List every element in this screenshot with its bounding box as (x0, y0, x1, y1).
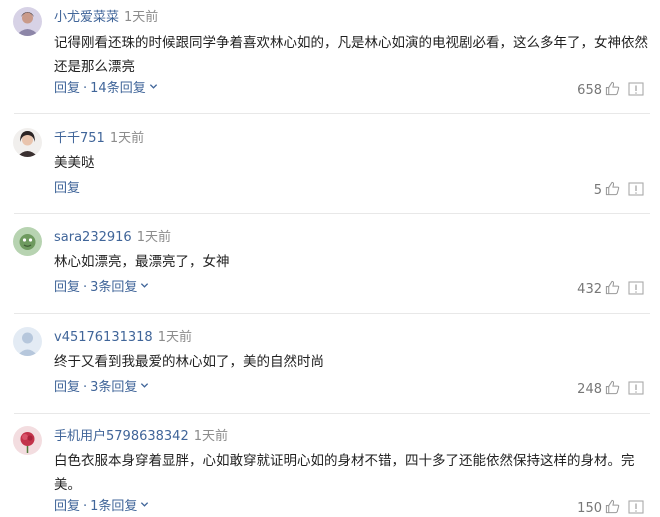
username[interactable]: v45176131318 (54, 330, 153, 345)
reply-button[interactable]: 回复 (54, 280, 80, 295)
comment-time: 1天前 (109, 131, 145, 146)
reply-button[interactable]: 回复 (54, 81, 80, 96)
thumbs-up-icon (605, 81, 620, 96)
comment-item: 千千751 1天前 美美哒 回复 5 (0, 114, 660, 213)
username[interactable]: 小尤爱菜菜 (54, 10, 119, 25)
chevron-down-icon (149, 84, 157, 89)
comment-meta: 千千751 1天前 (54, 131, 144, 147)
like-button[interactable]: 5 (594, 181, 620, 199)
comment-time: 1天前 (193, 429, 228, 444)
view-replies-link[interactable]: 14条回复 (90, 81, 158, 96)
comment-meta: 手机用户5798638342 1天前 (54, 429, 228, 445)
replies-count: 1条回复 (90, 499, 138, 514)
replies-count: 14条回复 (90, 81, 146, 96)
thumbs-up-icon (605, 280, 620, 295)
like-button[interactable]: 432 (577, 280, 620, 298)
reply-button[interactable]: 回复 (54, 181, 80, 196)
separator-dot: · (83, 380, 88, 395)
chevron-down-icon (141, 502, 149, 507)
username[interactable]: sara232916 (54, 230, 132, 245)
username[interactable]: 手机用户5798638342 (54, 429, 189, 444)
like-button[interactable]: 150 (577, 499, 620, 517)
comment-actions: 回复 · 14条回复 (54, 81, 158, 97)
view-replies-link[interactable]: 3条回复 (90, 380, 149, 395)
thumbs-up-icon (605, 380, 620, 395)
comment-meta: sara232916 1天前 (54, 230, 171, 246)
comment-item: 手机用户5798638342 1天前 白色衣服本身穿着显胖，心如敢穿就证明心如的身… (0, 414, 660, 517)
like-count: 5 (593, 183, 602, 198)
like-button[interactable]: 658 (577, 81, 620, 99)
avatar[interactable] (13, 426, 42, 455)
comment-text: 白色衣服本身穿着显胖，心如敢穿就证明心如的身材不错，四十多了还能依然保持这样的身… (54, 453, 635, 493)
avatar[interactable] (13, 327, 42, 356)
comment-actions: 回复 · 1条回复 (54, 499, 149, 515)
comment-time: 1天前 (136, 230, 171, 245)
chevron-down-icon (141, 383, 149, 388)
like-count: 248 (577, 382, 602, 397)
thumbs-up-icon (605, 181, 620, 196)
like-button[interactable]: 248 (577, 380, 620, 398)
comment-text: 美美哒 (54, 155, 95, 171)
separator-dot: · (83, 499, 88, 514)
comment-time: 1天前 (124, 10, 159, 25)
report-icon[interactable] (628, 500, 644, 514)
like-count: 432 (577, 282, 602, 297)
like-count: 658 (577, 83, 602, 98)
comment-actions: 回复 (54, 181, 80, 197)
comment-text: 终于又看到我最爱的林心如了，美的自然时尚 (54, 354, 324, 370)
replies-count: 3条回复 (90, 280, 138, 295)
comment-item: v45176131318 1天前 终于又看到我最爱的林心如了，美的自然时尚 回复 ·… (0, 314, 660, 413)
avatar[interactable] (13, 227, 42, 256)
chevron-down-icon (141, 283, 149, 288)
username[interactable]: 千千751 (54, 131, 105, 146)
comment-time: 1天前 (157, 330, 192, 345)
like-count: 150 (577, 501, 602, 516)
comment-item: 小尤爱菜菜 1天前 记得刚看还珠的时候跟同学争着喜欢林心如的，凡是林心如演的电视剧… (0, 0, 660, 113)
report-icon[interactable] (628, 182, 644, 196)
report-icon[interactable] (628, 281, 644, 295)
avatar[interactable] (13, 128, 42, 157)
separator-dot: · (83, 81, 88, 96)
avatar[interactable] (13, 7, 42, 36)
comment-meta: 小尤爱菜菜 1天前 (54, 10, 158, 26)
view-replies-link[interactable]: 3条回复 (90, 280, 149, 295)
comment-actions: 回复 · 3条回复 (54, 380, 149, 396)
comment-meta: v45176131318 1天前 (54, 330, 192, 346)
comment-actions: 回复 · 3条回复 (54, 280, 149, 296)
reply-button[interactable]: 回复 (54, 380, 80, 395)
thumbs-up-icon (605, 499, 620, 514)
report-icon[interactable] (628, 381, 644, 395)
separator-dot: · (83, 280, 88, 295)
view-replies-link[interactable]: 1条回复 (90, 499, 149, 514)
reply-button[interactable]: 回复 (54, 499, 80, 514)
comment-item: sara232916 1天前 林心如漂亮，最漂亮了，女神 回复 · 3条回复 432 (0, 214, 660, 313)
comment-text: 林心如漂亮，最漂亮了，女神 (54, 254, 230, 270)
comment-text: 记得刚看还珠的时候跟同学争着喜欢林心如的，凡是林心如演的电视剧必看，这么多年了，… (54, 35, 648, 75)
report-icon[interactable] (628, 82, 644, 96)
replies-count: 3条回复 (90, 380, 138, 395)
